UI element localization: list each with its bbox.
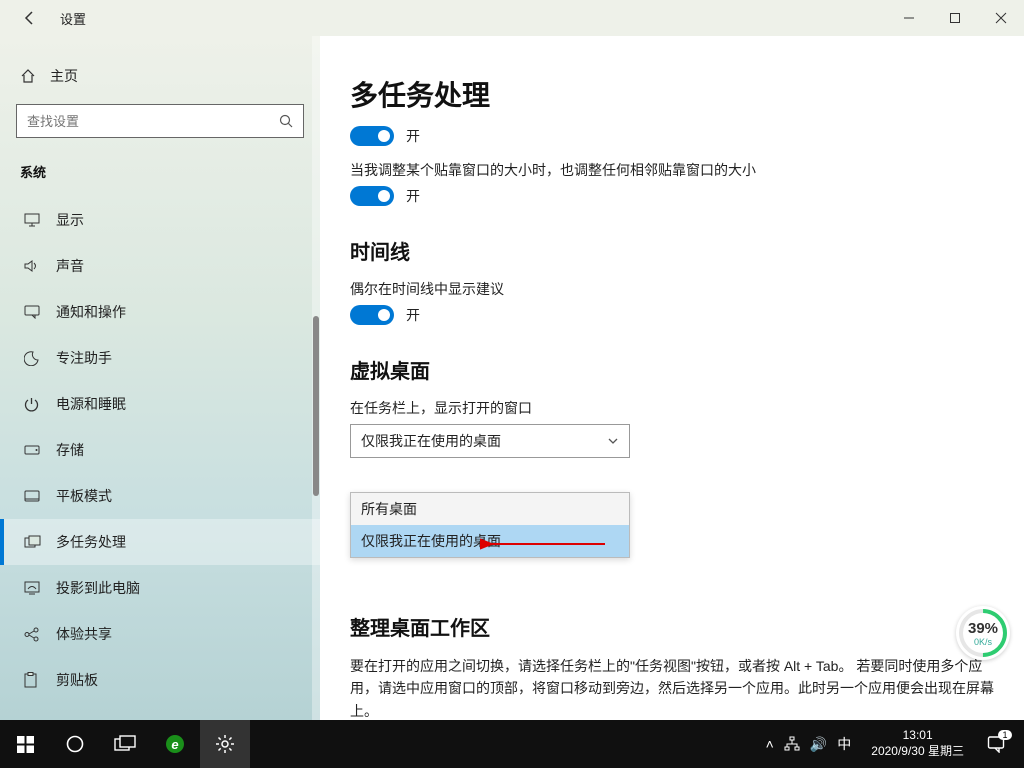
clipboard-icon [24,672,42,688]
tray-ime[interactable]: 中 [837,734,851,754]
search-input[interactable] [27,114,279,129]
toggle-timeline[interactable]: 开 [350,305,994,325]
resize-description: 当我调整某个贴靠窗口的大小时，也调整任何相邻贴靠窗口的大小 [350,160,994,180]
sidebar-item-notifications[interactable]: 通知和操作 [0,289,320,335]
tray-volume-icon[interactable]: 🔊 [810,736,827,753]
section-organize: 整理桌面工作区 [350,612,994,641]
perf-speed: 0K/s [974,637,992,647]
settings-task-button[interactable] [200,720,250,768]
search-icon [279,114,293,128]
sidebar-item-multitasking[interactable]: 多任务处理 [0,519,320,565]
perf-percent: 39% [968,620,998,637]
sidebar-item-label: 体验共享 [56,624,112,644]
sidebar-scrollbar[interactable] [312,36,320,720]
taskbar-windows-dropdown[interactable]: 仅限我正在使用的桌面 [350,424,630,458]
dropdown-value: 仅限我正在使用的桌面 [361,431,501,451]
sidebar-item-projecting[interactable]: 投影到此电脑 [0,565,320,611]
settings-window: 设置 主页 系统 [0,0,1024,720]
sidebar-item-shared[interactable]: 体验共享 [0,611,320,657]
notifications-icon [24,305,42,319]
shared-icon [24,627,42,642]
clock-time: 13:01 [871,728,964,744]
notification-count: 1 [998,730,1011,740]
sidebar-item-label: 通知和操作 [56,302,126,322]
sidebar-item-label: 投影到此电脑 [56,578,140,598]
tray-up-icon[interactable]: ˄ [766,736,774,752]
sidebar-section-label: 系统 [16,162,304,197]
sidebar-item-label: 声音 [56,256,84,276]
cortana-button[interactable] [50,720,100,768]
close-button[interactable] [978,0,1024,36]
page-title: 多任务处理 [350,74,994,114]
toggle-switch[interactable] [350,126,394,146]
scrollbar-thumb[interactable] [313,316,319,496]
home-icon [20,68,36,84]
nav-list: 显示声音通知和操作专注助手电源和睡眠存储平板模式多任务处理投影到此电脑体验共享剪… [16,197,304,703]
home-label: 主页 [50,66,78,86]
perf-overlay[interactable]: 39% 0K/s [956,606,1010,660]
sidebar-item-power[interactable]: 电源和睡眠 [0,381,320,427]
toggle-label: 开 [406,126,420,146]
window-title: 设置 [60,9,86,28]
sidebar-item-label: 剪贴板 [56,670,98,690]
sidebar-item-tablet[interactable]: 平板模式 [0,473,320,519]
maximize-button[interactable] [932,0,978,36]
sidebar-item-label: 电源和睡眠 [56,394,126,414]
window-controls [886,0,1024,36]
sidebar-item-label: 存储 [56,440,84,460]
section-virtual-desktop: 虚拟桌面 [350,355,994,384]
toggle-label: 开 [406,186,420,206]
chevron-down-icon [607,435,619,447]
sidebar-item-label: 显示 [56,210,84,230]
content-area: 多任务处理 开 当我调整某个贴靠窗口的大小时，也调整任何相邻贴靠窗口的大小 开 … [320,36,1024,720]
organize-description: 要在打开的应用之间切换，请选择任务栏上的"任务视图"按钮，或者按 Alt + T… [350,655,994,720]
window-body: 主页 系统 显示声音通知和操作专注助手电源和睡眠存储平板模式多任务处理投影到此电… [0,36,1024,720]
toggle-resize[interactable]: 开 [350,186,994,206]
toggle-label: 开 [406,305,420,325]
toggle-switch[interactable] [350,186,394,206]
projecting-icon [24,581,42,595]
sidebar-item-label: 多任务处理 [56,532,126,552]
display-icon [24,213,42,227]
focus-assist-icon [24,351,42,366]
home-link[interactable]: 主页 [16,60,304,104]
svg-text:e: e [171,737,178,752]
dropdown-option-all[interactable]: 所有桌面 [351,493,629,525]
minimize-button[interactable] [886,0,932,36]
taskview-button[interactable] [100,720,150,768]
virtual-description: 在任务栏上，显示打开的窗口 [350,398,994,418]
dropdown-list: 所有桌面 仅限我正在使用的桌面 [350,492,630,558]
taskbar-left: e [0,720,250,768]
section-timeline: 时间线 [350,236,994,265]
tray-network-icon[interactable] [784,736,800,752]
sidebar-item-storage[interactable]: 存储 [0,427,320,473]
tablet-icon [24,490,42,502]
back-button[interactable] [18,6,42,30]
sidebar-item-sound[interactable]: 声音 [0,243,320,289]
taskbar: e ˄ 🔊 中 13:01 2020/9/30 星期三 1 [0,720,1024,768]
sidebar-item-clipboard[interactable]: 剪贴板 [0,657,320,703]
sidebar: 主页 系统 显示声音通知和操作专注助手电源和睡眠存储平板模式多任务处理投影到此电… [0,36,320,720]
start-button[interactable] [0,720,50,768]
system-tray[interactable]: ˄ 🔊 中 [756,734,862,754]
power-icon [24,397,42,412]
titlebar: 设置 [0,0,1024,36]
sidebar-item-display[interactable]: 显示 [0,197,320,243]
clock-date: 2020/9/30 星期三 [871,744,964,760]
taskbar-right: ˄ 🔊 中 13:01 2020/9/30 星期三 1 [756,720,1024,768]
timeline-description: 偶尔在时间线中显示建议 [350,279,994,299]
toggle-snap[interactable]: 开 [350,126,994,146]
sidebar-item-label: 专注助手 [56,348,112,368]
storage-icon [24,445,42,455]
dropdown-option-current[interactable]: 仅限我正在使用的桌面 [351,525,629,557]
taskbar-clock[interactable]: 13:01 2020/9/30 星期三 [861,728,974,759]
sound-icon [24,259,42,273]
browser-button[interactable]: e [150,720,200,768]
sidebar-item-label: 平板模式 [56,486,112,506]
multitasking-icon [24,535,42,549]
action-center-button[interactable]: 1 [974,720,1018,768]
sidebar-item-focus-assist[interactable]: 专注助手 [0,335,320,381]
search-box[interactable] [16,104,304,138]
toggle-switch[interactable] [350,305,394,325]
